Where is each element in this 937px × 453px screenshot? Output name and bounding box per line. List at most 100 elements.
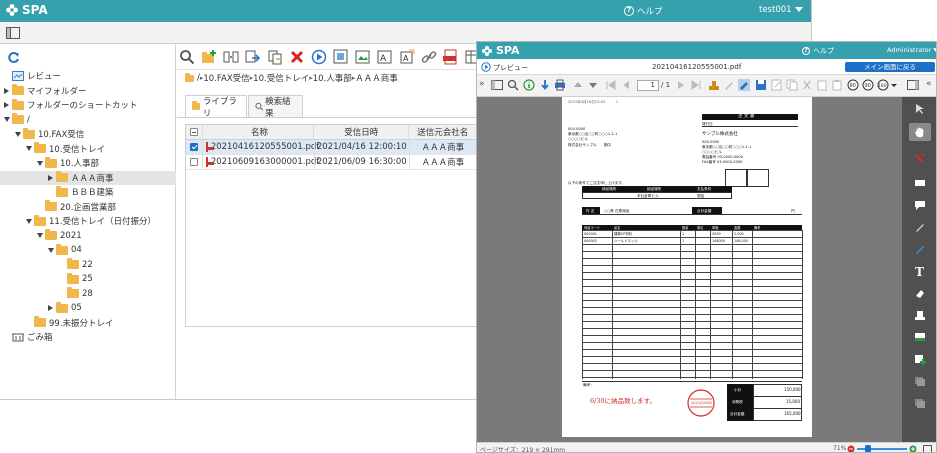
chevron-down-icon[interactable] [15, 131, 21, 137]
highlighter-icon[interactable] [914, 243, 926, 255]
chevron-down-icon[interactable] [37, 160, 43, 166]
comment-icon[interactable] [914, 199, 926, 211]
row-checkbox[interactable] [189, 143, 198, 151]
file-name[interactable]: 20210609163000001.pdf [211, 157, 319, 167]
tree-item[interactable]: フォルダーのショートカット [0, 98, 176, 112]
ocr-icon[interactable]: A [399, 49, 415, 65]
image-icon[interactable] [355, 49, 371, 65]
tree-item[interactable]: 11.受信トレイ（日付振分） [0, 214, 176, 228]
text-box-icon[interactable]: A [377, 49, 393, 65]
fit-page-icon[interactable] [923, 445, 932, 453]
zoom-slider-thumb[interactable] [864, 445, 871, 452]
chevron-right-icon[interactable] [48, 174, 53, 181]
pencil-icon[interactable] [914, 221, 926, 233]
pin-icon[interactable] [914, 153, 926, 165]
page-down-icon[interactable] [587, 79, 599, 91]
table-row[interactable]: 20210609163000001.pdf 2021/06/09 16:30:00… [186, 155, 476, 170]
search-icon[interactable] [507, 79, 519, 91]
rectangle-icon[interactable] [914, 177, 926, 189]
breadcrumb-item[interactable]: 10.FAX受信 [203, 72, 249, 84]
col-sender[interactable]: 送信元会社名 [408, 125, 476, 139]
breadcrumb-item[interactable]: ＡＡＡ商事 [355, 72, 398, 84]
breadcrumb-item[interactable]: 10.受信トレイ [253, 72, 309, 84]
user-menu[interactable]: Administrator [887, 46, 936, 54]
clipboard-icon[interactable] [831, 79, 843, 91]
split-icon[interactable] [223, 49, 239, 65]
prev-page-icon[interactable] [620, 79, 632, 91]
chevron-down-icon[interactable] [48, 247, 54, 253]
expand-left-icon[interactable]: » [479, 79, 485, 89]
page-up-icon[interactable] [572, 79, 584, 91]
text-tool-icon[interactable]: T [914, 265, 926, 277]
chevron-down-icon[interactable] [4, 117, 10, 122]
search-icon[interactable] [179, 49, 195, 65]
file-name[interactable]: 20210416120555001.pdf [211, 142, 319, 152]
collapse-right-icon[interactable]: « [926, 79, 932, 89]
page-number-input[interactable]: 1 [637, 80, 659, 91]
col-name[interactable]: 名称 [201, 125, 313, 139]
app-logo[interactable]: SPA [481, 44, 520, 57]
tree-item[interactable]: ＢＢＢ建築 [0, 185, 176, 199]
layers-icon[interactable] [914, 375, 926, 387]
tree-item[interactable]: マイフォルダー [0, 84, 176, 98]
tree-item[interactable]: 22 [0, 258, 176, 272]
tree-item[interactable]: 99.未振分トレイ [0, 316, 176, 330]
cut-icon[interactable] [801, 79, 813, 91]
sidebar-toggle-icon[interactable] [491, 79, 503, 91]
tree-item[interactable]: ＡＡＡ商事 [0, 170, 176, 185]
new-folder-icon[interactable] [201, 49, 217, 65]
col-received[interactable]: 受信日時 [313, 125, 408, 139]
annotation-mode-icon[interactable] [738, 79, 750, 91]
stamp-icon[interactable] [708, 79, 720, 91]
add-page-icon[interactable] [914, 353, 926, 365]
last-page-icon[interactable] [690, 79, 702, 91]
chevron-down-icon[interactable] [37, 233, 43, 238]
download-icon[interactable] [539, 79, 551, 91]
rotate-180-icon[interactable]: 180 [877, 79, 889, 91]
table-row[interactable]: 20210416120555001.pdf 2021/04/16 12:00:10… [186, 140, 476, 155]
next-page-icon[interactable] [675, 79, 687, 91]
copy-icon[interactable] [267, 49, 283, 65]
app-logo[interactable]: SPA [5, 3, 48, 17]
tree-item[interactable]: / [0, 113, 176, 127]
chevron-right-icon[interactable] [4, 102, 9, 108]
panel-toggle-icon[interactable] [6, 27, 20, 39]
tree-item[interactable]: 28 [0, 287, 176, 301]
delete-icon[interactable] [289, 49, 305, 65]
tree-item[interactable]: 05 [0, 301, 176, 315]
tree-item[interactable]: 20.企画営業部 [0, 200, 176, 214]
move-icon[interactable] [245, 49, 261, 65]
tab-library[interactable]: ライブラリ [185, 95, 247, 119]
refresh-icon[interactable] [7, 51, 20, 64]
chevron-down-icon[interactable] [26, 146, 32, 151]
breadcrumb-item[interactable]: 10.人事部 [313, 72, 352, 84]
tree-item[interactable]: 2021 [0, 229, 176, 243]
tab-search-results[interactable]: 検索結果 [248, 95, 303, 119]
print-icon[interactable] [554, 79, 566, 91]
help-link[interactable]: ? ヘルプ [802, 46, 834, 56]
link-icon[interactable] [421, 49, 437, 65]
tree-item[interactable]: ごみ箱 [0, 330, 176, 344]
tree-item[interactable]: 10.受信トレイ [0, 142, 176, 156]
rotate-right-icon[interactable]: 90 [862, 79, 874, 91]
play-icon[interactable] [311, 49, 327, 65]
back-to-main-button[interactable]: メイン画面に戻る [845, 62, 935, 72]
tree-item[interactable]: 10.人事部 [0, 156, 176, 170]
tree-item[interactable]: 10.FAX受信 [0, 127, 176, 141]
zoom-in-icon[interactable] [909, 445, 917, 453]
tree-item[interactable]: 04 [0, 243, 176, 257]
save-icon[interactable] [755, 79, 767, 91]
eraser-icon[interactable] [914, 287, 926, 299]
panel-right-icon[interactable] [907, 79, 919, 91]
pages-icon[interactable] [914, 397, 926, 409]
first-page-icon[interactable] [605, 79, 617, 91]
help-link[interactable]: ? ヘルプ [624, 5, 663, 17]
row-checkbox[interactable] [189, 158, 198, 166]
preview-icon[interactable] [333, 49, 349, 65]
zoom-out-icon[interactable] [847, 445, 855, 453]
paste-icon[interactable] [816, 79, 828, 91]
stamp-tool-icon[interactable] [914, 309, 926, 321]
chevron-right-icon[interactable] [48, 305, 53, 311]
tree-item[interactable]: 25 [0, 272, 176, 286]
chevron-down-icon[interactable] [26, 218, 32, 224]
